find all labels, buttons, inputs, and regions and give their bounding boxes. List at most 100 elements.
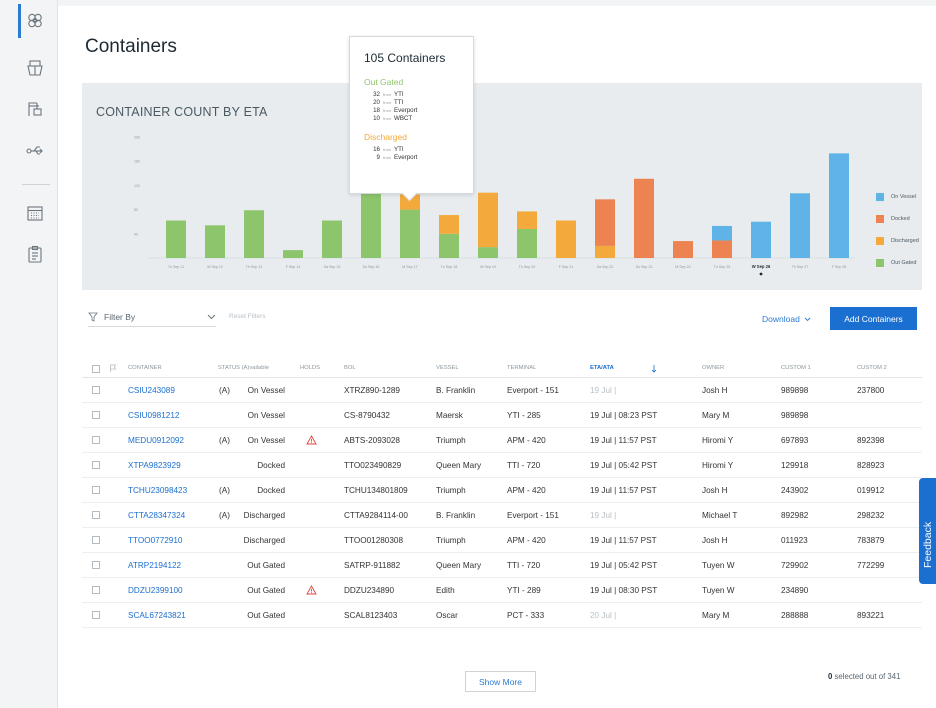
hold-warning-icon[interactable] bbox=[306, 585, 317, 595]
tooltip-from: from bbox=[383, 115, 391, 121]
feedback-tab[interactable]: Feedback bbox=[919, 478, 936, 584]
bar-segment[interactable] bbox=[595, 199, 615, 246]
table-row[interactable]: ATRP2194122 Out Gated SATRP-911882 Queen Ma… bbox=[82, 553, 922, 578]
bar-segment[interactable] bbox=[790, 193, 810, 258]
bar-segment[interactable] bbox=[712, 225, 732, 241]
vessel-value: Queen Mary bbox=[436, 461, 482, 470]
row-checkbox[interactable] bbox=[92, 536, 100, 544]
bar-segment[interactable] bbox=[634, 178, 654, 258]
status-text: Out Gated bbox=[247, 611, 285, 620]
bar-segment[interactable] bbox=[322, 220, 342, 258]
row-checkbox[interactable] bbox=[92, 586, 100, 594]
table-row[interactable]: CSIU243089 (A) On Vessel XTRZ890-1289 B. Fra… bbox=[82, 378, 922, 403]
containers-icon[interactable] bbox=[24, 10, 46, 32]
row-checkbox[interactable] bbox=[92, 486, 100, 494]
vessel-icon[interactable] bbox=[24, 57, 46, 79]
bar-segment[interactable] bbox=[556, 220, 576, 258]
bar-segment[interactable] bbox=[517, 211, 537, 229]
add-containers-button[interactable]: Add Containers bbox=[830, 307, 917, 330]
legend-item[interactable]: Docked bbox=[876, 209, 919, 229]
container-id[interactable]: SCAL67243821 bbox=[128, 611, 186, 620]
container-id[interactable]: XTPA9823929 bbox=[128, 461, 181, 470]
custom1-value: 697893 bbox=[781, 436, 809, 445]
bar-segment[interactable] bbox=[478, 247, 498, 258]
calendar-icon[interactable] bbox=[24, 202, 46, 224]
col-holds[interactable]: HOLDS bbox=[300, 365, 320, 371]
legend-label: On Vessel bbox=[891, 194, 917, 200]
bol-value: ABTS-2093028 bbox=[344, 436, 400, 445]
download-dropdown[interactable]: Download bbox=[762, 314, 811, 324]
bar-segment[interactable] bbox=[478, 192, 498, 248]
hold-warning-icon[interactable] bbox=[306, 435, 317, 445]
bar-segment[interactable] bbox=[400, 209, 420, 258]
bar-segment[interactable] bbox=[712, 240, 732, 258]
row-checkbox[interactable] bbox=[92, 511, 100, 519]
custom2-value: 237800 bbox=[857, 386, 885, 395]
filter-dropdown[interactable]: Filter By bbox=[88, 307, 216, 327]
terminal-icon[interactable] bbox=[24, 98, 46, 120]
clipboard-icon[interactable] bbox=[24, 243, 46, 265]
col-custom1[interactable]: CUSTOM 1 bbox=[781, 365, 811, 371]
container-id[interactable]: ATRP2194122 bbox=[128, 561, 181, 570]
bar-segment[interactable] bbox=[595, 245, 615, 258]
col-terminal[interactable]: TERMINAL bbox=[507, 365, 536, 371]
y-tick-label: 40 bbox=[134, 232, 138, 236]
bar-segment[interactable] bbox=[751, 221, 771, 258]
col-owner[interactable]: OWNER bbox=[702, 365, 724, 371]
bar-segment[interactable] bbox=[205, 225, 225, 258]
table-row[interactable]: TCHU23098423 (A) Docked TCHU134801809 Triump… bbox=[82, 478, 922, 503]
bar-segment[interactable] bbox=[673, 241, 693, 258]
terminal-value: YTI - 289 bbox=[507, 586, 541, 595]
bar-segment[interactable] bbox=[283, 250, 303, 258]
select-all-checkbox[interactable] bbox=[92, 365, 100, 373]
flag-icon[interactable] bbox=[109, 364, 118, 373]
row-checkbox[interactable] bbox=[92, 461, 100, 469]
table-row[interactable]: CSIU0981212 On Vessel CS-8790432 Maersk YTI … bbox=[82, 403, 922, 428]
bar-segment[interactable] bbox=[166, 220, 186, 258]
row-checkbox[interactable] bbox=[92, 436, 100, 444]
container-id[interactable]: CSIU0981212 bbox=[128, 411, 179, 420]
table-row[interactable]: XTPA9823929 Docked TTO023490829 Queen Mary T… bbox=[82, 453, 922, 478]
table-row[interactable]: SCAL67243821 Out Gated SCAL8123403 Oscar PCT… bbox=[82, 603, 922, 628]
container-id[interactable]: CSIU243089 bbox=[128, 386, 175, 395]
bar-segment[interactable] bbox=[829, 153, 849, 258]
container-id[interactable]: CTTA28347324 bbox=[128, 511, 185, 520]
table-row[interactable]: CTTA28347324 (A) Discharged CTTA9284114-00 B… bbox=[82, 503, 922, 528]
reset-filters-link[interactable]: Reset Filters bbox=[229, 313, 265, 320]
feedback-label: Feedback bbox=[922, 521, 934, 568]
bar-segment[interactable] bbox=[439, 233, 459, 258]
col-custom2[interactable]: CUSTOM 2 bbox=[857, 365, 887, 371]
containers-table: CONTAINER STATUS (A)vailable HOLDS BOL V… bbox=[82, 360, 922, 628]
vessel-value: Triumph bbox=[436, 536, 466, 545]
row-checkbox[interactable] bbox=[92, 411, 100, 419]
container-id[interactable]: DDZU2399100 bbox=[128, 586, 183, 595]
legend-item[interactable]: Out Gated bbox=[876, 253, 919, 273]
bar-segment[interactable] bbox=[517, 228, 537, 258]
container-id[interactable]: TCHU23098423 bbox=[128, 486, 187, 495]
x-tick-label: M Sep 17 bbox=[402, 265, 417, 269]
bar-segment[interactable] bbox=[244, 210, 264, 258]
usb-route-icon[interactable] bbox=[24, 140, 46, 162]
bar-segment[interactable] bbox=[439, 215, 459, 234]
container-id[interactable]: MEDU0912092 bbox=[128, 436, 184, 445]
row-checkbox[interactable] bbox=[92, 561, 100, 569]
legend-item[interactable]: On Vessel bbox=[876, 187, 919, 207]
y-tick-label: 80 bbox=[134, 208, 138, 212]
col-eta[interactable]: ETA/ATA bbox=[590, 365, 614, 371]
table-row[interactable]: MEDU0912092 (A) On Vessel ABTS-2093028 Trium… bbox=[82, 428, 922, 453]
col-status[interactable]: STATUS (A)vailable bbox=[218, 365, 269, 371]
x-tick-label: Sa Sep 15 bbox=[324, 265, 341, 269]
container-id[interactable]: TTOO0772910 bbox=[128, 536, 182, 545]
legend-item[interactable]: Discharged bbox=[876, 231, 919, 251]
tooltip-row: 18 from Everport bbox=[364, 106, 473, 114]
row-checkbox[interactable] bbox=[92, 386, 100, 394]
tooltip-terminal: YTI bbox=[394, 145, 404, 153]
col-vessel[interactable]: VESSEL bbox=[436, 365, 459, 371]
sort-arrow-down-icon[interactable] bbox=[651, 364, 657, 373]
table-row[interactable]: TTOO0772910 Discharged TTOO01280308 Triumph… bbox=[82, 528, 922, 553]
row-checkbox[interactable] bbox=[92, 611, 100, 619]
table-row[interactable]: DDZU2399100 Out Gated DDZU234890 Edith YTI -… bbox=[82, 578, 922, 603]
col-bol[interactable]: BOL bbox=[344, 365, 356, 371]
show-more-button[interactable]: Show More bbox=[465, 671, 536, 692]
col-container[interactable]: CONTAINER bbox=[128, 365, 162, 371]
